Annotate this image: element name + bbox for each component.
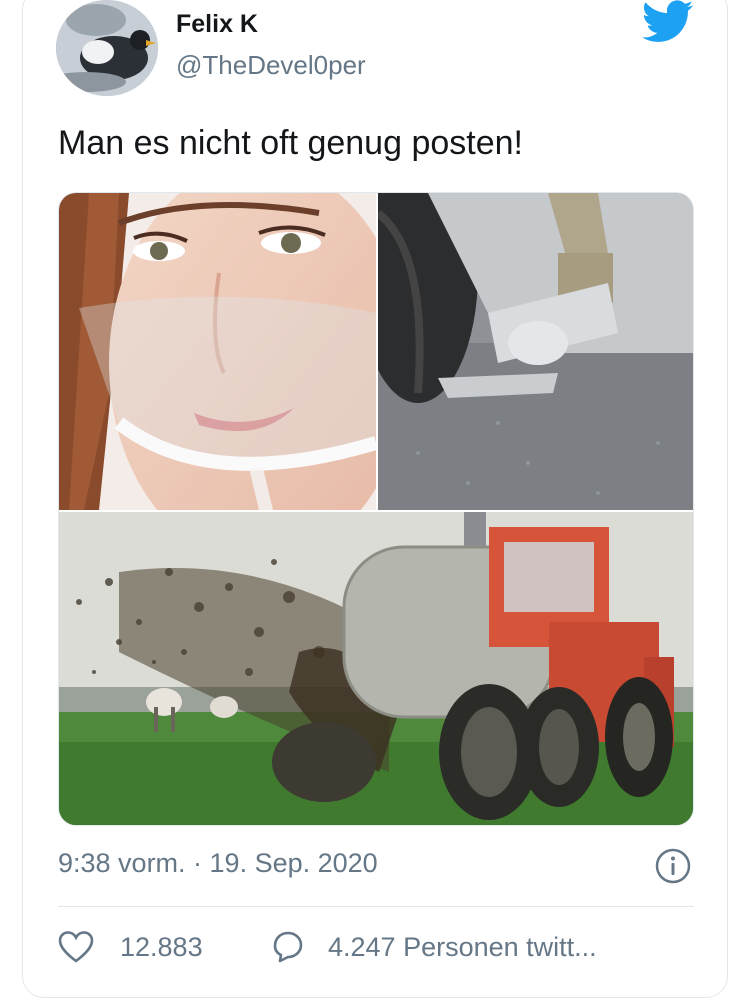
tweet-text: Man es nicht oft genug posten! — [58, 124, 523, 162]
author-name[interactable]: Felix K — [176, 10, 258, 39]
woman-face-shield-photo[interactable] — [59, 193, 376, 510]
retweet-count-link[interactable]: 4.247 Personen twitt... — [270, 930, 597, 964]
divider — [58, 906, 694, 907]
retweet-count-text: 4.247 Personen twitt... — [328, 931, 597, 962]
heart-icon — [58, 931, 94, 963]
comment-icon — [273, 931, 303, 963]
tractor-spreading-manure-photo[interactable] — [59, 512, 693, 825]
tweet-media-grid[interactable] — [58, 192, 694, 826]
like-button[interactable]: 12.883 — [58, 930, 203, 964]
tweet-timestamp[interactable]: 9:38 vorm. · 19. Sep. 2020 — [58, 848, 378, 879]
avatar[interactable] — [56, 0, 158, 96]
like-count: 12.883 — [120, 931, 203, 962]
author-handle[interactable]: @TheDevel0per — [176, 50, 366, 81]
manure-spreader-nozzle-photo[interactable] — [378, 193, 693, 510]
twitter-bird-icon[interactable] — [642, 0, 694, 44]
info-icon[interactable] — [655, 848, 691, 884]
